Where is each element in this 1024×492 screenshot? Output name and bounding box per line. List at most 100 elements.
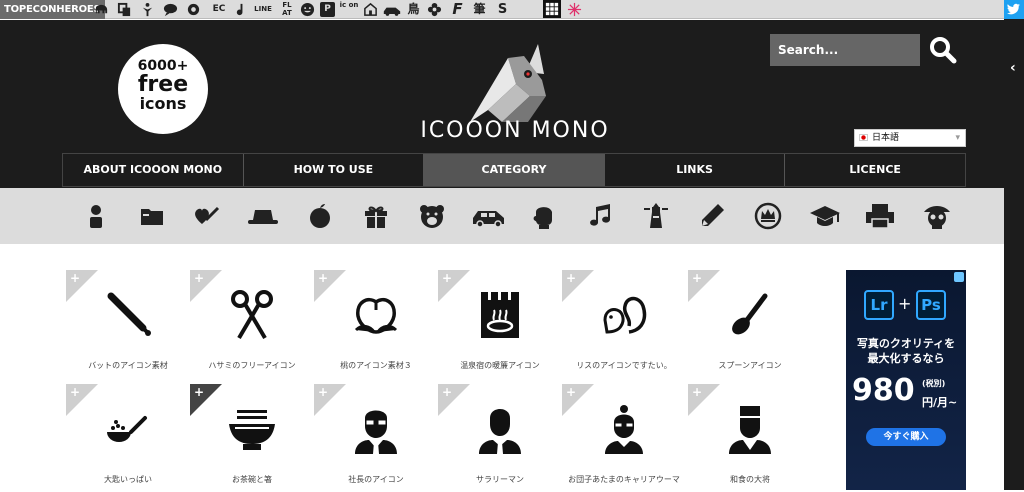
icon-card[interactable]: + お団子あたまのキャリアウーマ: [562, 384, 686, 492]
icon-card-label: お団子あたまのキャリアウーマ: [568, 475, 680, 484]
twitter-share-button[interactable]: [1004, 0, 1024, 19]
ladle-icon: [107, 416, 147, 442]
music-note-icon[interactable]: [586, 202, 614, 230]
ad-info-icon[interactable]: [954, 272, 964, 282]
president-icon: [355, 410, 397, 454]
plus-icon[interactable]: +: [566, 271, 576, 285]
plus-icon[interactable]: +: [566, 385, 576, 399]
icon-card[interactable]: + 温泉宿の暖簾アイコン: [438, 270, 562, 378]
bird-kanji-icon[interactable]: 鳥: [405, 1, 422, 18]
line-text-icon[interactable]: LINE: [252, 1, 274, 18]
nav-links[interactable]: LINKS: [605, 154, 786, 186]
icon-card-label: 温泉宿の暖簾アイコン: [460, 361, 540, 370]
icon-text-icon[interactable]: ic on: [339, 1, 359, 18]
category-bar: [0, 188, 1004, 244]
language-select[interactable]: 日本語 ▾: [854, 129, 966, 147]
flower-icon[interactable]: [426, 1, 443, 18]
brush-kanji-icon[interactable]: 筆: [471, 1, 488, 18]
icon-card[interactable]: + 桃のアイコン素材３: [314, 270, 438, 378]
nav-licence[interactable]: LICENCE: [785, 154, 965, 186]
plus-icon[interactable]: +: [318, 385, 328, 399]
car-icon[interactable]: [381, 1, 403, 18]
ad-plus: +: [898, 294, 912, 313]
icon-card-label: ハサミのフリーアイコン: [208, 361, 296, 370]
plus-icon[interactable]: +: [442, 271, 452, 285]
crown-icon[interactable]: [754, 202, 782, 230]
icon-card[interactable]: + 大匙いっぱい: [66, 384, 190, 492]
house-icon[interactable]: [362, 1, 379, 18]
icon-card-label: 桃のアイコン素材３: [340, 361, 412, 370]
free-icons-badge: 6000+ free icons: [118, 44, 208, 134]
f-letter-icon[interactable]: F: [449, 1, 466, 18]
folder-icon[interactable]: [138, 202, 166, 230]
plus-icon[interactable]: +: [692, 385, 702, 399]
chevron-left-icon[interactable]: ‹: [1010, 60, 1024, 76]
ad-buy-button[interactable]: 今すぐ購入: [866, 428, 946, 446]
scissors-icon: [231, 290, 273, 340]
gear-flower-icon[interactable]: [185, 1, 202, 18]
parking-icon[interactable]: P: [320, 2, 335, 17]
printer-icon[interactable]: [864, 202, 896, 230]
speech-bubble-icon[interactable]: [162, 1, 179, 18]
icon-card[interactable]: + リスのアイコンですたい。: [562, 270, 686, 378]
flat-text-icon[interactable]: FL AT: [277, 1, 297, 18]
car-icon[interactable]: [470, 202, 508, 230]
search-icon: [930, 37, 957, 64]
icon-card[interactable]: + サラリーマン: [438, 384, 562, 492]
pencil-icon[interactable]: [698, 202, 726, 230]
icon-card[interactable]: + お茶碗と箸: [190, 384, 314, 492]
nav-about[interactable]: ABOUT ICOOON MONO: [63, 154, 244, 186]
ec-text-icon[interactable]: EC: [208, 1, 230, 18]
plus-icon[interactable]: +: [442, 385, 452, 399]
plus-icon[interactable]: +: [70, 385, 80, 399]
plus-icon[interactable]: +: [318, 271, 328, 285]
icon-card[interactable]: + ハサミのフリーアイコン: [190, 270, 314, 378]
plus-icon[interactable]: +: [194, 385, 204, 399]
adobe-ad-banner[interactable]: Lr + Ps 写真のクオリティを 最大化するなら 980 (税別) 円/月~ …: [846, 270, 966, 490]
gift-icon[interactable]: [362, 202, 390, 230]
nav-how-to-use[interactable]: HOW TO USE: [244, 154, 425, 186]
person-icon[interactable]: [82, 202, 110, 230]
topeconheroes-logo[interactable]: TOPECONHEROES: [0, 0, 105, 19]
apple-icon[interactable]: [306, 202, 334, 230]
ad-headline: 写真のクオリティを 最大化するなら: [846, 336, 966, 366]
plus-icon[interactable]: +: [70, 271, 80, 285]
japan-flag-icon: [859, 134, 868, 141]
grid-icon[interactable]: [543, 0, 561, 18]
badge-icons: icons: [139, 94, 187, 113]
ad-headline-line2: 最大化するなら: [867, 352, 945, 365]
smiley-icon[interactable]: [299, 1, 316, 18]
graduation-cap-icon[interactable]: [808, 202, 842, 230]
elephant-icon[interactable]: [93, 1, 110, 18]
pirate-skull-icon[interactable]: [920, 202, 954, 230]
plus-icon[interactable]: +: [692, 271, 702, 285]
burst-icon[interactable]: [566, 1, 583, 18]
badge-free: free: [137, 72, 189, 97]
career-woman-icon: [605, 405, 643, 454]
side-panel: [1004, 19, 1024, 490]
onsen-noren-icon: [481, 292, 519, 338]
peach-icon: [354, 297, 398, 334]
lightroom-logo: Lr: [864, 290, 894, 320]
nav-category[interactable]: CATEGORY: [424, 154, 605, 186]
icon-card[interactable]: + 社長のアイコン: [314, 384, 438, 492]
plus-icon[interactable]: +: [194, 271, 204, 285]
icon-card-label: サラリーマン: [476, 475, 524, 484]
spoon-icon: [732, 293, 768, 335]
search-input[interactable]: [770, 34, 920, 66]
search-button[interactable]: [928, 34, 958, 66]
bear-icon[interactable]: [418, 202, 446, 230]
unicorn-logo-icon[interactable]: [468, 40, 560, 126]
copy-icon[interactable]: [116, 1, 133, 18]
person-icon[interactable]: [139, 1, 156, 18]
lighthouse-icon[interactable]: [642, 202, 670, 230]
icon-card[interactable]: + バットのアイコン素材: [66, 270, 190, 378]
s-text-icon[interactable]: S: [494, 1, 511, 18]
boxing-glove-icon[interactable]: [530, 202, 558, 230]
music-note-icon[interactable]: [233, 1, 250, 18]
icon-card[interactable]: + スプーンアイコン: [688, 270, 812, 378]
site-title: ICOOON MONO: [420, 118, 610, 143]
hat-icon[interactable]: [246, 202, 280, 230]
heart-syringe-icon[interactable]: [192, 202, 220, 230]
icon-card[interactable]: + 和食の大将: [688, 384, 812, 492]
